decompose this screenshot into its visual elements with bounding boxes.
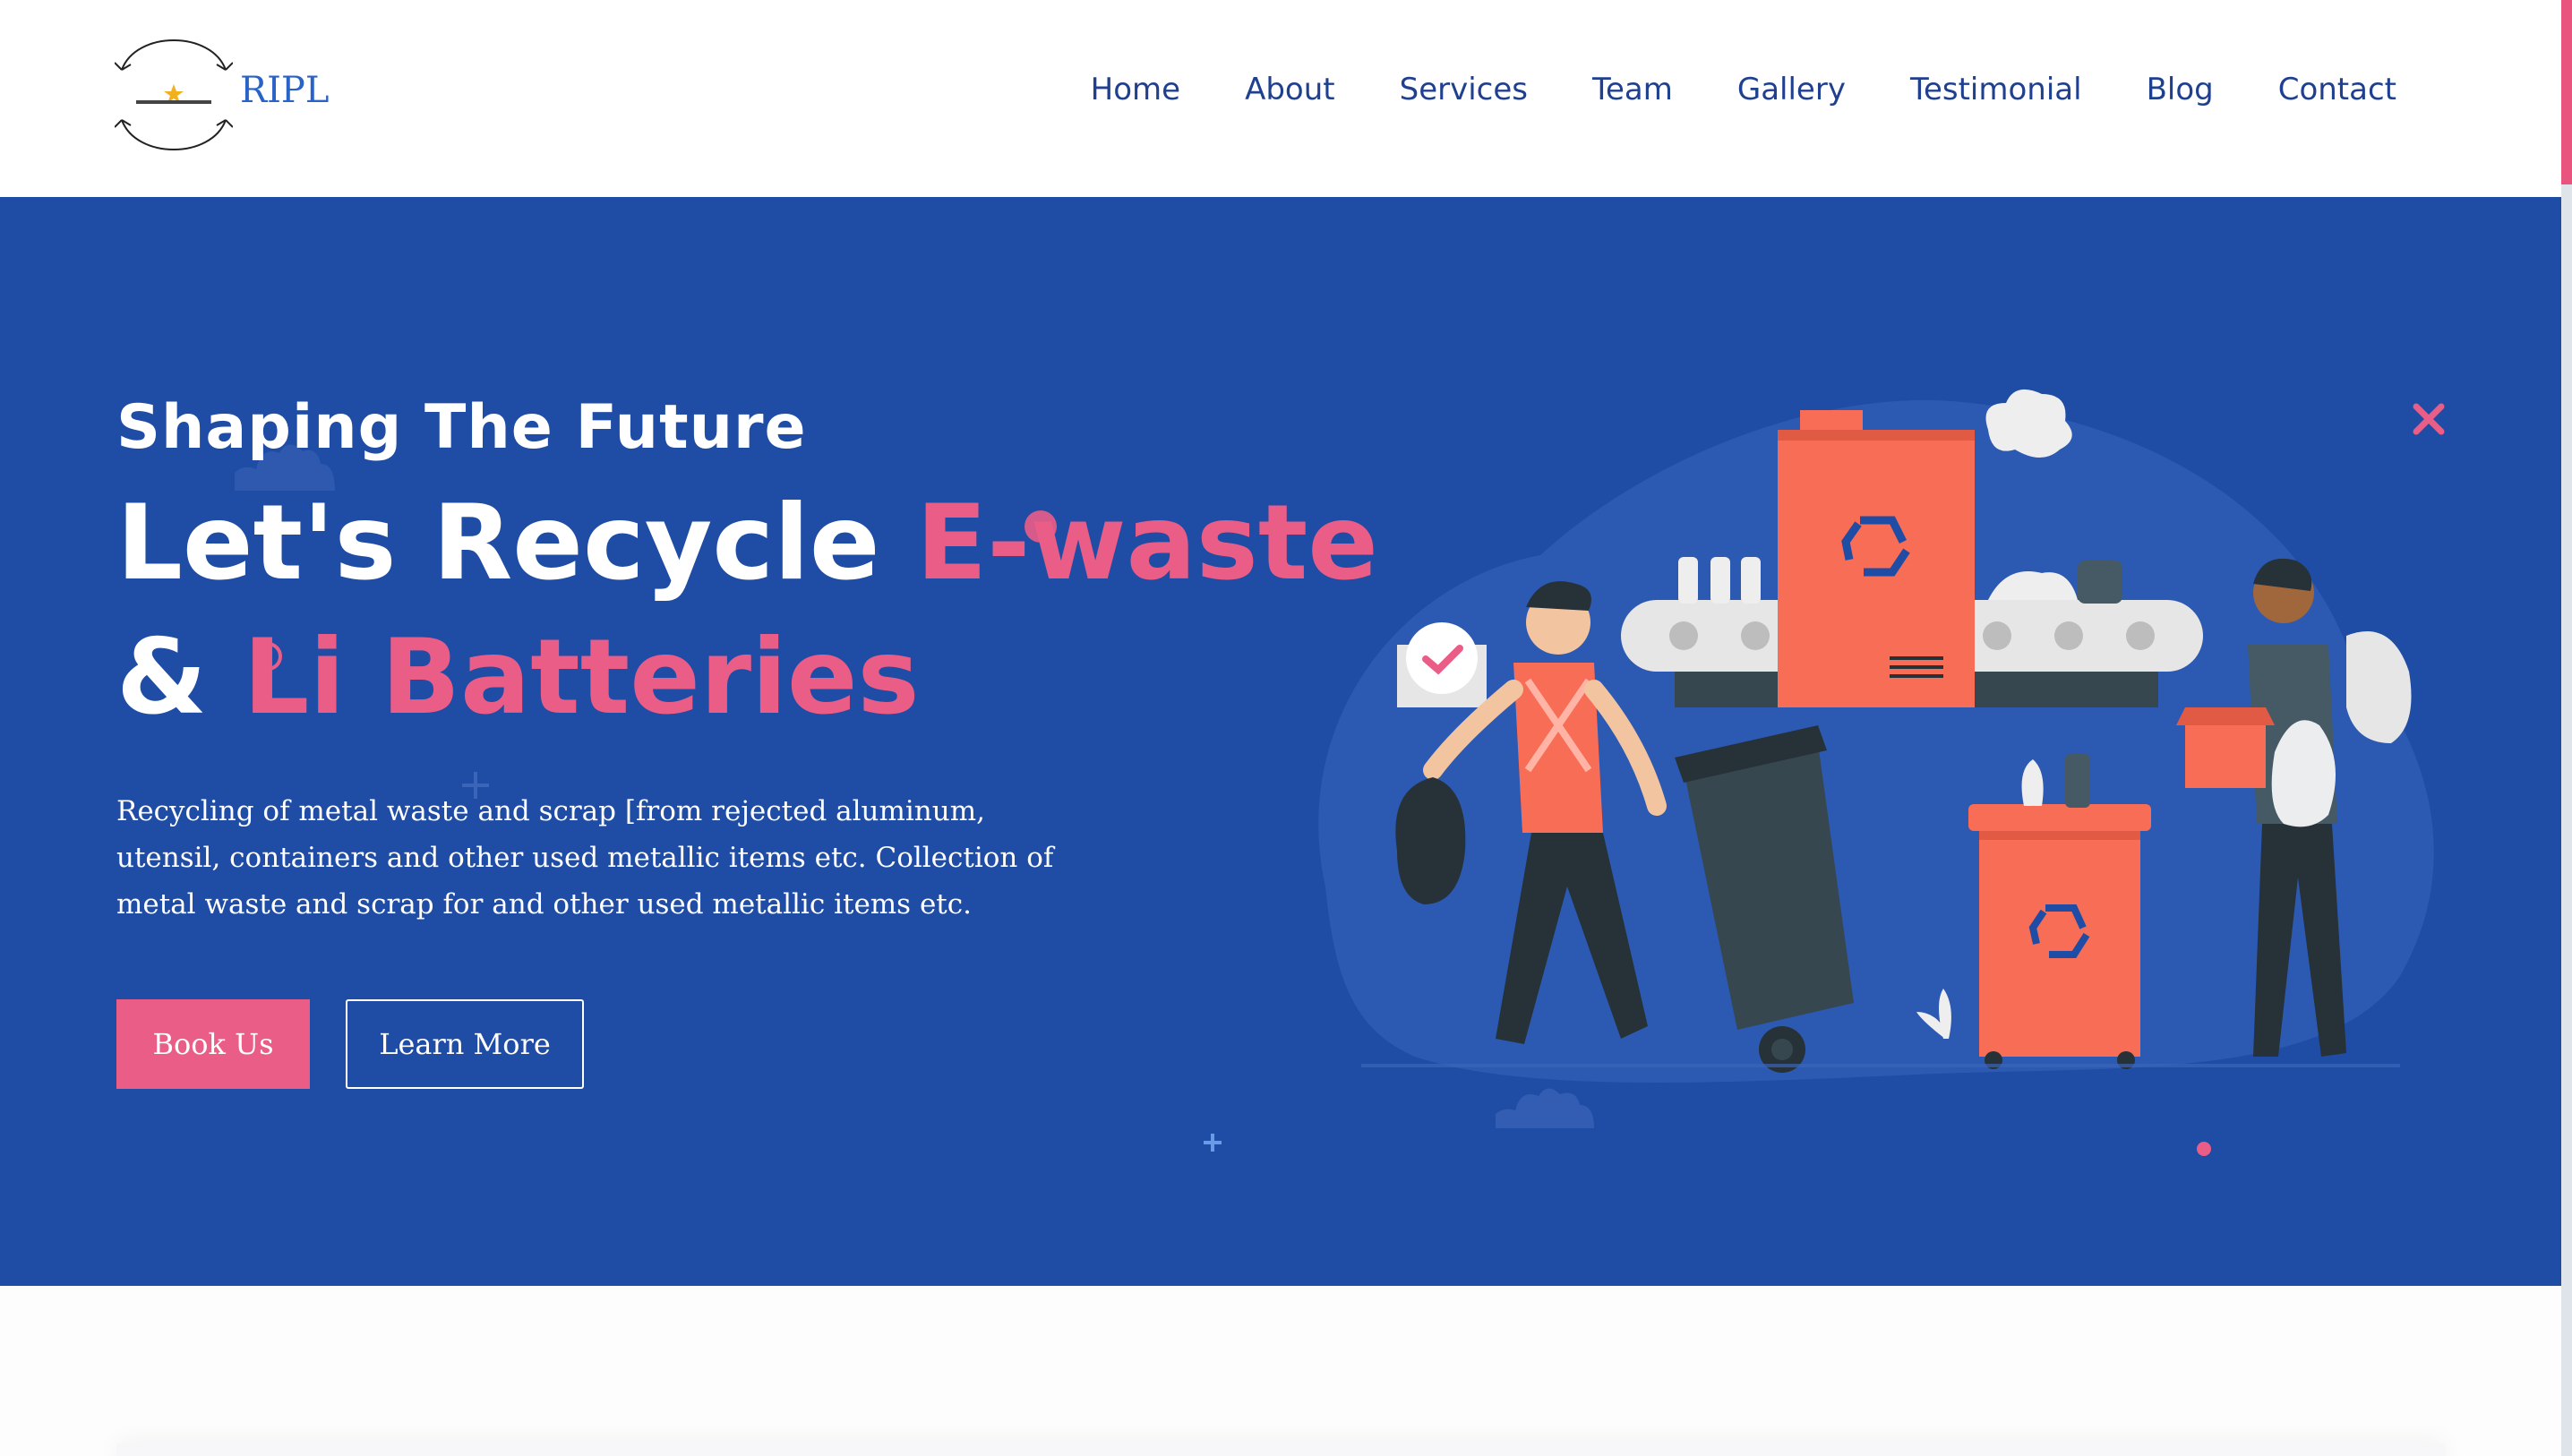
nav-blog[interactable]: Blog bbox=[2147, 72, 2214, 107]
next-section bbox=[0, 1286, 2561, 1456]
hero-description: Recycling of metal waste and scrap [from… bbox=[116, 795, 1054, 921]
hero-headline: Let's Recycle E-waste & Li Batteries bbox=[116, 476, 1378, 745]
site-header: RIPL Home About Services Team Gallery Te… bbox=[0, 0, 2561, 197]
headline-text: Let's Recycle bbox=[116, 483, 916, 604]
learn-more-button[interactable]: Learn More bbox=[346, 999, 584, 1089]
plus-decoration bbox=[1204, 1134, 1222, 1152]
nav-testimonial[interactable]: Testimonial bbox=[1910, 72, 2082, 107]
hero-eyebrow: Shaping The Future bbox=[116, 392, 807, 463]
scrollbar-thumb[interactable] bbox=[2561, 0, 2572, 184]
book-us-button[interactable]: Book Us bbox=[116, 999, 310, 1089]
content-card bbox=[116, 1443, 2445, 1456]
checkmark-icon bbox=[1406, 622, 1478, 694]
nav-team[interactable]: Team bbox=[1592, 72, 1673, 107]
hero-section: Shaping The Future Let's Recycle E-waste… bbox=[0, 197, 2561, 1286]
headline-highlight-batteries: Li Batteries bbox=[243, 617, 920, 738]
recycling-illustration bbox=[1318, 389, 2434, 1083]
brand-name[interactable]: RIPL bbox=[240, 70, 329, 111]
headline-ampersand: & bbox=[116, 617, 244, 738]
scrollbar[interactable] bbox=[2561, 0, 2572, 1456]
nav-home[interactable]: Home bbox=[1091, 72, 1180, 107]
logo-emblem-icon[interactable] bbox=[115, 27, 233, 163]
nav-about[interactable]: About bbox=[1245, 72, 1335, 107]
nav-services[interactable]: Services bbox=[1400, 72, 1528, 107]
nav-contact[interactable]: Contact bbox=[2278, 72, 2396, 107]
dot-decoration bbox=[2197, 1142, 2211, 1156]
nav-gallery[interactable]: Gallery bbox=[1737, 72, 1846, 107]
main-nav: Home About Services Team Gallery Testimo… bbox=[1091, 72, 2396, 107]
